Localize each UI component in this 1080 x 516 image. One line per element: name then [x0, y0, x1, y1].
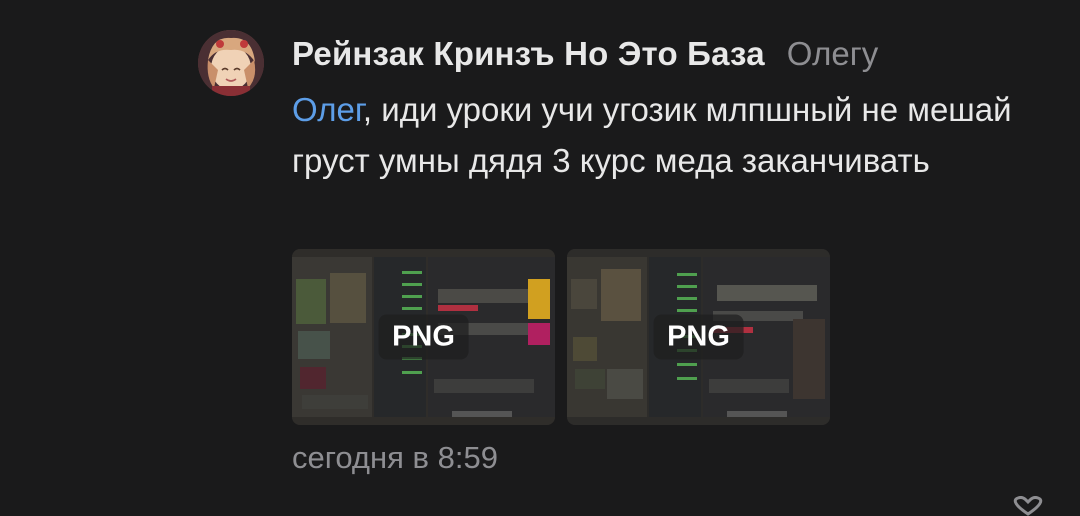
attachment-image[interactable]: PNG	[567, 249, 830, 425]
comment-timestamp: сегодня в 8:59	[292, 440, 498, 475]
mention-link[interactable]: Олег	[292, 91, 363, 128]
comment-body: , иди уроки учи угозик млпшный не мешай …	[292, 91, 1012, 179]
author-name[interactable]: Рейнзак Кринзъ Но Это База	[292, 35, 765, 73]
avatar[interactable]	[198, 30, 264, 96]
attachments: PNG PNG	[292, 249, 830, 425]
comment-header: Рейнзак Кринзъ Но Это База Олегу	[292, 32, 878, 76]
heart-icon[interactable]	[1008, 496, 1048, 516]
comment: Рейнзак Кринзъ Но Это База Олегу Олег, и…	[0, 0, 1080, 516]
attachment-type-badge: PNG	[653, 314, 744, 360]
reply-to-name[interactable]: Олегу	[787, 35, 878, 73]
attachment-image[interactable]: PNG	[292, 249, 555, 425]
comment-text: Олег, иди уроки учи угозик млпшный не ме…	[292, 84, 1052, 186]
attachment-type-badge: PNG	[378, 314, 469, 360]
